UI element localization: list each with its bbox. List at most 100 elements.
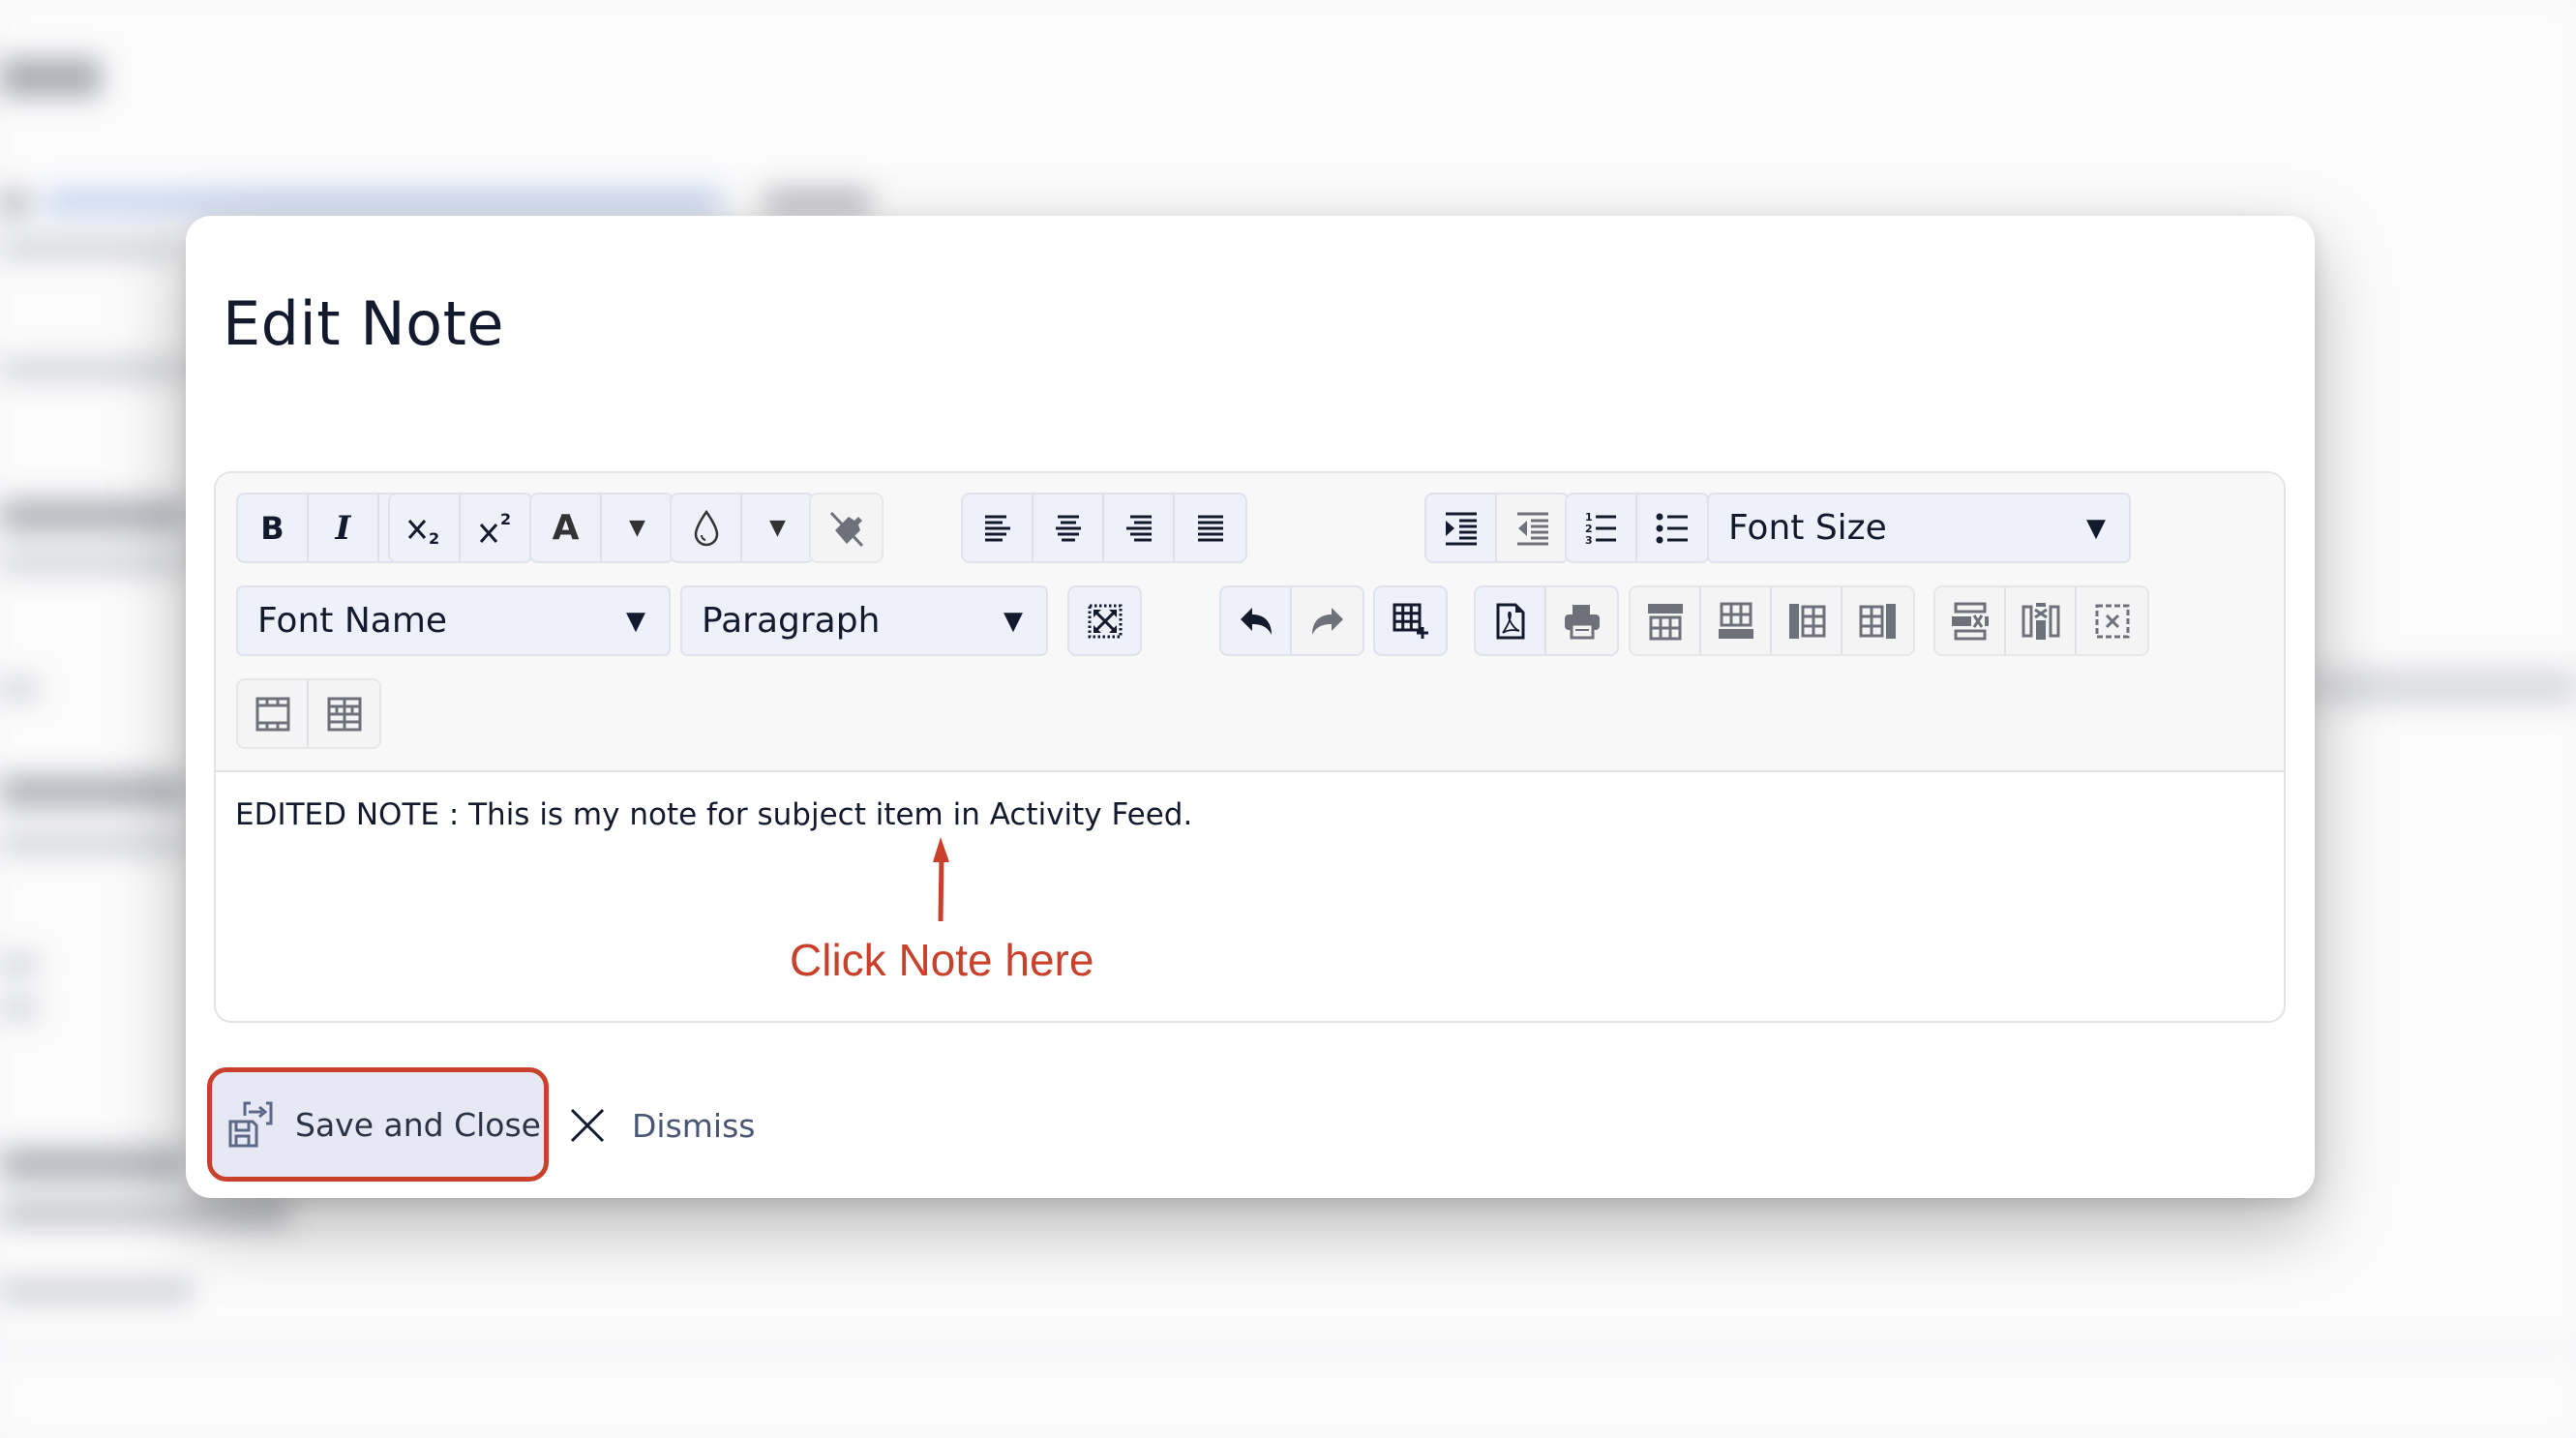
align-justify-button[interactable] [1175, 494, 1245, 561]
svg-text:3: 3 [1585, 534, 1593, 547]
ordered-list-button[interactable]: 123 [1567, 494, 1637, 561]
block-format-label: Paragraph [702, 601, 881, 641]
font-size-select[interactable]: Font Size ▼ [1707, 493, 2131, 563]
save-close-icon [228, 1101, 273, 1148]
select-all-button[interactable] [1069, 587, 1140, 654]
insert-column-right-button[interactable] [1842, 587, 1913, 654]
select-all-icon [1088, 604, 1122, 638]
droplet-icon [694, 509, 718, 546]
align-right-icon [1125, 515, 1152, 541]
close-icon [570, 1108, 605, 1143]
alignment-group [961, 493, 1247, 563]
caret-down-icon: ▼ [1003, 606, 1023, 636]
insert-column-left-icon [1788, 603, 1825, 639]
insert-column-left-button[interactable] [1772, 587, 1842, 654]
insert-row-below-icon [1718, 602, 1753, 639]
insert-row-above-icon [1647, 603, 1683, 640]
font-name-select[interactable]: Font Name ▼ [236, 585, 671, 656]
delete-table-icon [2095, 604, 2129, 638]
subscript-icon: 2 [407, 519, 439, 548]
font-size-label: Font Size [1728, 508, 1887, 548]
rich-text-editor: B I U abc 2 2 A ▼ ▼ [214, 471, 2286, 1023]
annotation-label: Click Note here [790, 935, 1094, 985]
delete-column-icon [2022, 602, 2059, 640]
list-group: 123 [1565, 493, 1710, 563]
table-cell-properties-button[interactable] [309, 680, 379, 747]
svg-text:2: 2 [500, 510, 511, 528]
eraser-icon [829, 511, 863, 547]
insert-column-right-icon [1859, 603, 1896, 639]
script-group: 2 2 [388, 493, 533, 563]
print-button[interactable] [1546, 587, 1617, 654]
caret-down-icon: ▼ [2086, 513, 2106, 543]
insert-row-above-button[interactable] [1631, 587, 1701, 654]
font-color-icon: A [552, 508, 580, 548]
delete-column-button[interactable] [2006, 587, 2077, 654]
font-name-label: Font Name [257, 601, 448, 641]
align-right-button[interactable] [1104, 494, 1175, 561]
note-text[interactable]: EDITED NOTE : This is my note for subjec… [235, 797, 1192, 832]
clear-formatting-button[interactable] [811, 494, 882, 561]
align-justify-icon [1197, 515, 1223, 541]
insert-table-icon [1393, 603, 1428, 639]
unordered-list-icon [1656, 513, 1688, 543]
font-color-group: A ▼ [529, 493, 674, 563]
insert-table-button[interactable] [1375, 587, 1446, 654]
clear-format-group [809, 493, 884, 563]
dismiss-button[interactable]: Dismiss [568, 1092, 755, 1159]
align-left-icon [984, 515, 1010, 541]
background-color-group: ▼ [670, 493, 815, 563]
ordered-list-icon: 123 [1585, 511, 1616, 547]
editor-toolbar: B I U abc 2 2 A ▼ ▼ [216, 473, 2284, 772]
bold-icon: B [260, 509, 285, 547]
indent-button[interactable] [1426, 494, 1497, 561]
undo-button[interactable] [1221, 587, 1292, 654]
table-delete-group [1933, 585, 2149, 656]
caret-down-icon: ▼ [626, 606, 645, 636]
align-left-button[interactable] [963, 494, 1033, 561]
redo-icon [1311, 607, 1343, 635]
dialog-title: Edit Note [223, 288, 505, 359]
delete-row-icon [1951, 602, 1989, 640]
save-and-close-label: Save and Close [295, 1105, 541, 1144]
font-color-button[interactable]: A [531, 494, 602, 561]
indent-group [1424, 493, 1570, 563]
svg-text:2: 2 [429, 529, 439, 548]
italic-icon: I [335, 508, 351, 548]
table-insert-rows-cols-group [1629, 585, 1915, 656]
block-format-select[interactable]: Paragraph ▼ [680, 585, 1048, 656]
italic-button[interactable]: I [309, 494, 379, 561]
note-content-area[interactable]: EDITED NOTE : This is my note for subjec… [235, 797, 1192, 832]
delete-table-button[interactable] [2077, 587, 2147, 654]
undo-icon [1240, 607, 1272, 635]
align-center-icon [1055, 515, 1081, 541]
insert-table-group [1373, 585, 1448, 656]
background-color-dropdown[interactable]: ▼ [742, 494, 813, 561]
insert-row-below-button[interactable] [1701, 587, 1772, 654]
unordered-list-button[interactable] [1637, 494, 1708, 561]
history-group [1219, 585, 1364, 656]
edit-note-dialog: Edit Note B I U abc 2 2 A ▼ [186, 216, 2315, 1198]
outdent-button[interactable] [1497, 494, 1568, 561]
background-color-button[interactable] [672, 494, 742, 561]
subscript-button[interactable]: 2 [390, 494, 461, 561]
caret-down-icon: ▼ [629, 516, 645, 540]
table-row-properties-button[interactable] [238, 680, 309, 747]
table-properties-group [236, 678, 381, 749]
align-center-button[interactable] [1033, 494, 1104, 561]
delete-row-button[interactable] [1935, 587, 2006, 654]
font-color-dropdown[interactable]: ▼ [602, 494, 673, 561]
print-icon [1564, 604, 1600, 639]
export-pdf-button[interactable] [1476, 587, 1546, 654]
export-group [1474, 585, 1619, 656]
dismiss-label: Dismiss [632, 1106, 756, 1145]
redo-button[interactable] [1292, 587, 1363, 654]
bold-button[interactable]: B [238, 494, 309, 561]
superscript-icon: 2 [479, 510, 511, 543]
table-row-properties-icon [255, 697, 289, 731]
indent-icon [1445, 512, 1477, 545]
save-and-close-button[interactable]: Save and Close [207, 1067, 549, 1182]
table-cell-properties-icon [327, 697, 361, 731]
caret-down-icon: ▼ [769, 516, 786, 540]
superscript-button[interactable]: 2 [461, 494, 531, 561]
